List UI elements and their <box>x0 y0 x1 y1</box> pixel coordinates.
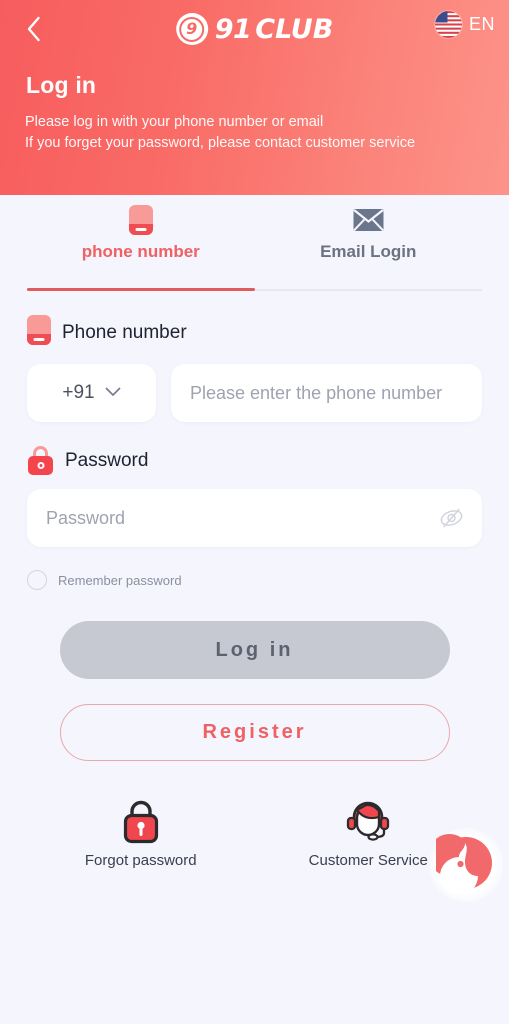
logo-number: 91 <box>214 13 252 45</box>
login-form: Phone number +91 Password <box>0 315 509 590</box>
password-input[interactable] <box>46 507 463 529</box>
back-button[interactable] <box>14 10 52 48</box>
lock-key-icon <box>120 796 162 846</box>
subtitle-line-1: Please log in with your phone number or … <box>25 114 324 130</box>
tab-active-indicator <box>27 288 255 291</box>
register-button[interactable]: Register <box>59 704 450 761</box>
phone-icon <box>27 315 51 350</box>
eye-off-icon[interactable] <box>436 503 466 533</box>
phone-input-row: +91 <box>27 364 482 422</box>
phone-number-label-row: Phone number <box>27 315 482 350</box>
password-label-row: Password <box>27 446 482 475</box>
phone-number-label: Phone number <box>62 321 187 343</box>
lock-icon <box>27 446 54 475</box>
subtitle-line-2: If you forget your password, please cont… <box>25 135 416 151</box>
tab-email-login[interactable]: Email Login <box>255 195 483 291</box>
page-subtitle: Please log in with your phone number or … <box>25 112 415 154</box>
country-code-value: +91 <box>62 382 95 403</box>
phone-number-input[interactable] <box>190 382 463 404</box>
phone-icon <box>128 203 153 237</box>
logo-word: CLUB <box>255 13 334 45</box>
login-method-tabs: phone number Email Login <box>0 195 509 291</box>
app-header: 9 91 CLUB EN Log in Please log in with y… <box>0 0 509 195</box>
forgot-password-label: Forgot password <box>84 852 197 869</box>
page-title: Log in <box>26 72 97 98</box>
password-input-wrapper[interactable] <box>27 489 482 547</box>
us-flag-icon <box>434 11 462 38</box>
logo-badge-icon: 9 <box>175 13 208 45</box>
chevron-left-icon <box>25 15 42 43</box>
login-button[interactable]: Log in <box>59 621 450 679</box>
forgot-password-link[interactable]: Forgot password <box>27 796 255 869</box>
envelope-icon <box>353 203 384 237</box>
chat-widget-button[interactable] <box>428 828 503 902</box>
chat-bubble-face-icon <box>428 833 496 898</box>
tab-phone-number[interactable]: phone number <box>27 195 255 291</box>
remember-password-checkbox[interactable] <box>27 570 47 590</box>
remember-password-label: Remember password <box>58 572 182 588</box>
customer-service-label: Customer Service <box>308 852 428 869</box>
logo-badge-glyph: 9 <box>186 18 198 38</box>
headset-agent-icon <box>343 796 393 846</box>
brand-logo: 9 91 CLUB <box>175 8 334 50</box>
country-code-select[interactable]: +91 <box>27 364 156 422</box>
phone-number-input-wrapper[interactable] <box>171 364 482 422</box>
language-label: EN <box>468 14 495 34</box>
language-selector[interactable]: EN <box>434 11 495 38</box>
remember-password-row[interactable]: Remember password <box>27 570 482 590</box>
chevron-down-icon <box>105 384 121 402</box>
top-bar: 9 91 CLUB EN <box>0 0 509 58</box>
password-label: Password <box>65 449 149 471</box>
logo-wordmark: 91 CLUB <box>215 14 334 45</box>
tab-phone-number-label: phone number <box>81 242 200 261</box>
tab-email-login-label: Email Login <box>320 242 417 261</box>
